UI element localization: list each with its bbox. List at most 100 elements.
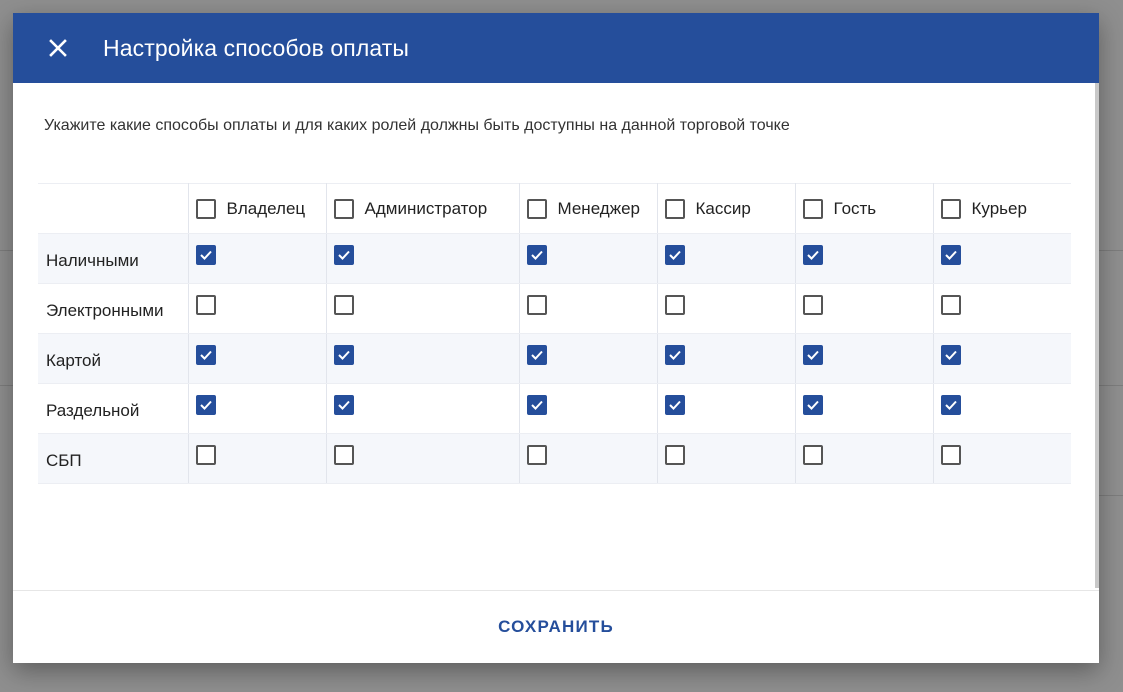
scrollbar[interactable] — [1095, 83, 1099, 588]
role-label: Гость — [833, 198, 877, 218]
permission-cell — [519, 233, 658, 284]
role-label: Администратор — [364, 198, 488, 218]
permission-checkbox[interactable] — [333, 395, 354, 415]
permission-cell — [519, 333, 658, 384]
permission-cell — [188, 233, 327, 284]
role-header: Менеджер — [519, 183, 658, 234]
permission-cell — [188, 383, 327, 434]
permission-checkbox[interactable] — [526, 395, 547, 415]
role-checkbox[interactable] — [940, 198, 961, 219]
role-label: Кассир — [695, 198, 751, 218]
permission-checkbox[interactable] — [664, 245, 685, 265]
permission-checkbox[interactable] — [802, 295, 823, 315]
permission-cell — [519, 283, 658, 334]
payment-methods-dialog: Настройка способов оплаты Укажите какие … — [13, 13, 1099, 663]
save-button[interactable]: СОХРАНИТЬ — [482, 607, 630, 647]
role-header: Кассир — [657, 183, 796, 234]
permission-checkbox[interactable] — [940, 395, 961, 415]
permission-cell — [188, 333, 327, 384]
permission-checkbox[interactable] — [802, 345, 823, 365]
permission-checkbox[interactable] — [333, 345, 354, 365]
permission-checkbox[interactable] — [195, 295, 216, 315]
permission-cell — [795, 283, 934, 334]
payment-method-label: СБП — [38, 433, 189, 484]
permission-cell — [657, 383, 796, 434]
permission-cell — [933, 283, 1071, 334]
table-row: СБП — [38, 433, 1071, 484]
table-row: Электронными — [38, 283, 1071, 334]
payment-method-label: Электронными — [38, 283, 189, 334]
permission-cell — [326, 383, 520, 434]
permission-checkbox[interactable] — [526, 345, 547, 365]
permission-checkbox[interactable] — [940, 345, 961, 365]
permission-cell — [657, 283, 796, 334]
permission-checkbox[interactable] — [664, 445, 685, 465]
permission-cell — [326, 233, 520, 284]
permission-cell — [188, 433, 327, 484]
corner-cell — [38, 183, 189, 234]
permission-cell — [933, 233, 1071, 284]
role-checkbox[interactable] — [195, 198, 216, 219]
dialog-footer: СОХРАНИТЬ — [13, 590, 1099, 663]
role-label: Курьер — [971, 198, 1027, 218]
permission-checkbox[interactable] — [940, 445, 961, 465]
permissions-table-wrap: Владелец Администратор Менеджер Кассир Г… — [38, 183, 1071, 484]
permission-checkbox[interactable] — [802, 245, 823, 265]
permission-cell — [933, 433, 1071, 484]
permission-cell — [795, 383, 934, 434]
payment-method-label: Наличными — [38, 233, 189, 284]
table-row: Раздельной — [38, 383, 1071, 434]
permission-checkbox[interactable] — [195, 245, 216, 265]
permission-cell — [795, 433, 934, 484]
permission-cell — [933, 383, 1071, 434]
permission-checkbox[interactable] — [526, 445, 547, 465]
dialog-header: Настройка способов оплаты — [13, 13, 1099, 83]
permission-cell — [326, 433, 520, 484]
role-checkbox[interactable] — [664, 198, 685, 219]
permission-checkbox[interactable] — [195, 445, 216, 465]
role-checkbox[interactable] — [526, 198, 547, 219]
permission-checkbox[interactable] — [195, 345, 216, 365]
permission-cell — [326, 283, 520, 334]
permission-checkbox[interactable] — [940, 245, 961, 265]
payment-method-label: Раздельной — [38, 383, 189, 434]
permission-cell — [326, 333, 520, 384]
permission-checkbox[interactable] — [664, 345, 685, 365]
role-checkbox[interactable] — [802, 198, 823, 219]
role-header: Администратор — [326, 183, 520, 234]
permission-checkbox[interactable] — [802, 395, 823, 415]
role-header: Владелец — [188, 183, 327, 234]
permission-cell — [657, 333, 796, 384]
permission-cell — [657, 433, 796, 484]
permission-cell — [795, 333, 934, 384]
dialog-description: Укажите какие способы оплаты и для каких… — [44, 117, 790, 134]
role-label: Владелец — [226, 198, 306, 218]
permission-cell — [188, 283, 327, 334]
table-row: Наличными — [38, 233, 1071, 284]
table-row: Картой — [38, 333, 1071, 384]
payment-method-label: Картой — [38, 333, 189, 384]
permission-checkbox[interactable] — [333, 445, 354, 465]
permission-cell — [519, 383, 658, 434]
close-icon — [48, 38, 68, 58]
permission-checkbox[interactable] — [802, 445, 823, 465]
permissions-table: Владелец Администратор Менеджер Кассир Г… — [38, 183, 1071, 484]
role-label: Менеджер — [557, 198, 640, 218]
permission-checkbox[interactable] — [940, 295, 961, 315]
permission-checkbox[interactable] — [333, 295, 354, 315]
table-header-row: Владелец Администратор Менеджер Кассир Г… — [38, 183, 1071, 234]
permission-cell — [795, 233, 934, 284]
dialog-title: Настройка способов оплаты — [103, 34, 410, 61]
role-header: Гость — [795, 183, 934, 234]
permission-checkbox[interactable] — [333, 245, 354, 265]
permission-cell — [933, 333, 1071, 384]
permission-checkbox[interactable] — [526, 295, 547, 315]
permission-cell — [519, 433, 658, 484]
permission-checkbox[interactable] — [526, 245, 547, 265]
permission-checkbox[interactable] — [195, 395, 216, 415]
close-button[interactable] — [13, 13, 103, 83]
permission-checkbox[interactable] — [664, 395, 685, 415]
role-checkbox[interactable] — [333, 198, 354, 219]
permission-checkbox[interactable] — [664, 295, 685, 315]
role-header: Курьер — [933, 183, 1071, 234]
